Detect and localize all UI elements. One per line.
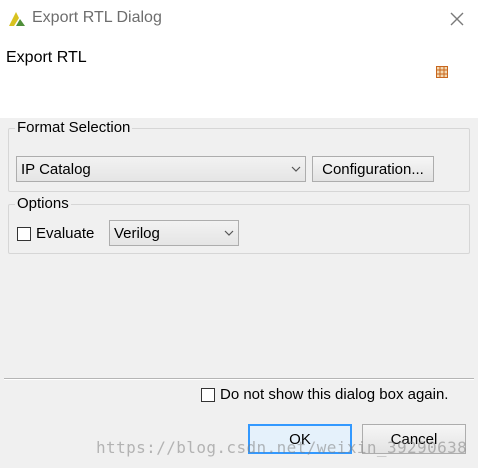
header-title: Export RTL	[6, 49, 87, 66]
options-label: Options	[15, 195, 71, 212]
dialog-header: Export RTL	[0, 40, 478, 118]
language-dropdown-value: Verilog	[114, 225, 160, 242]
format-dropdown-value: IP Catalog	[21, 161, 91, 178]
format-dropdown[interactable]: IP Catalog	[16, 156, 306, 182]
close-button[interactable]	[446, 8, 468, 30]
chevron-down-icon	[291, 166, 301, 172]
dont-show-again-label: Do not show this dialog box again.	[220, 386, 449, 403]
evaluate-label: Evaluate	[36, 225, 95, 242]
language-dropdown[interactable]: Verilog	[109, 220, 239, 246]
grid-icon	[436, 66, 448, 78]
vivado-logo-icon	[9, 12, 25, 26]
footer-separator-highlight	[4, 379, 474, 380]
window-title: Export RTL Dialog	[32, 9, 162, 26]
dont-show-again-checkbox[interactable]	[201, 388, 215, 402]
evaluate-checkbox[interactable]	[17, 227, 31, 241]
format-selection-label: Format Selection	[15, 119, 133, 136]
watermark-text: https://blog.csdn.net/weixin_39290638	[96, 438, 468, 457]
title-bar: Export RTL Dialog	[0, 0, 478, 40]
close-icon	[450, 12, 464, 26]
chevron-down-icon	[224, 230, 234, 236]
configuration-button[interactable]: Configuration...	[312, 156, 434, 182]
